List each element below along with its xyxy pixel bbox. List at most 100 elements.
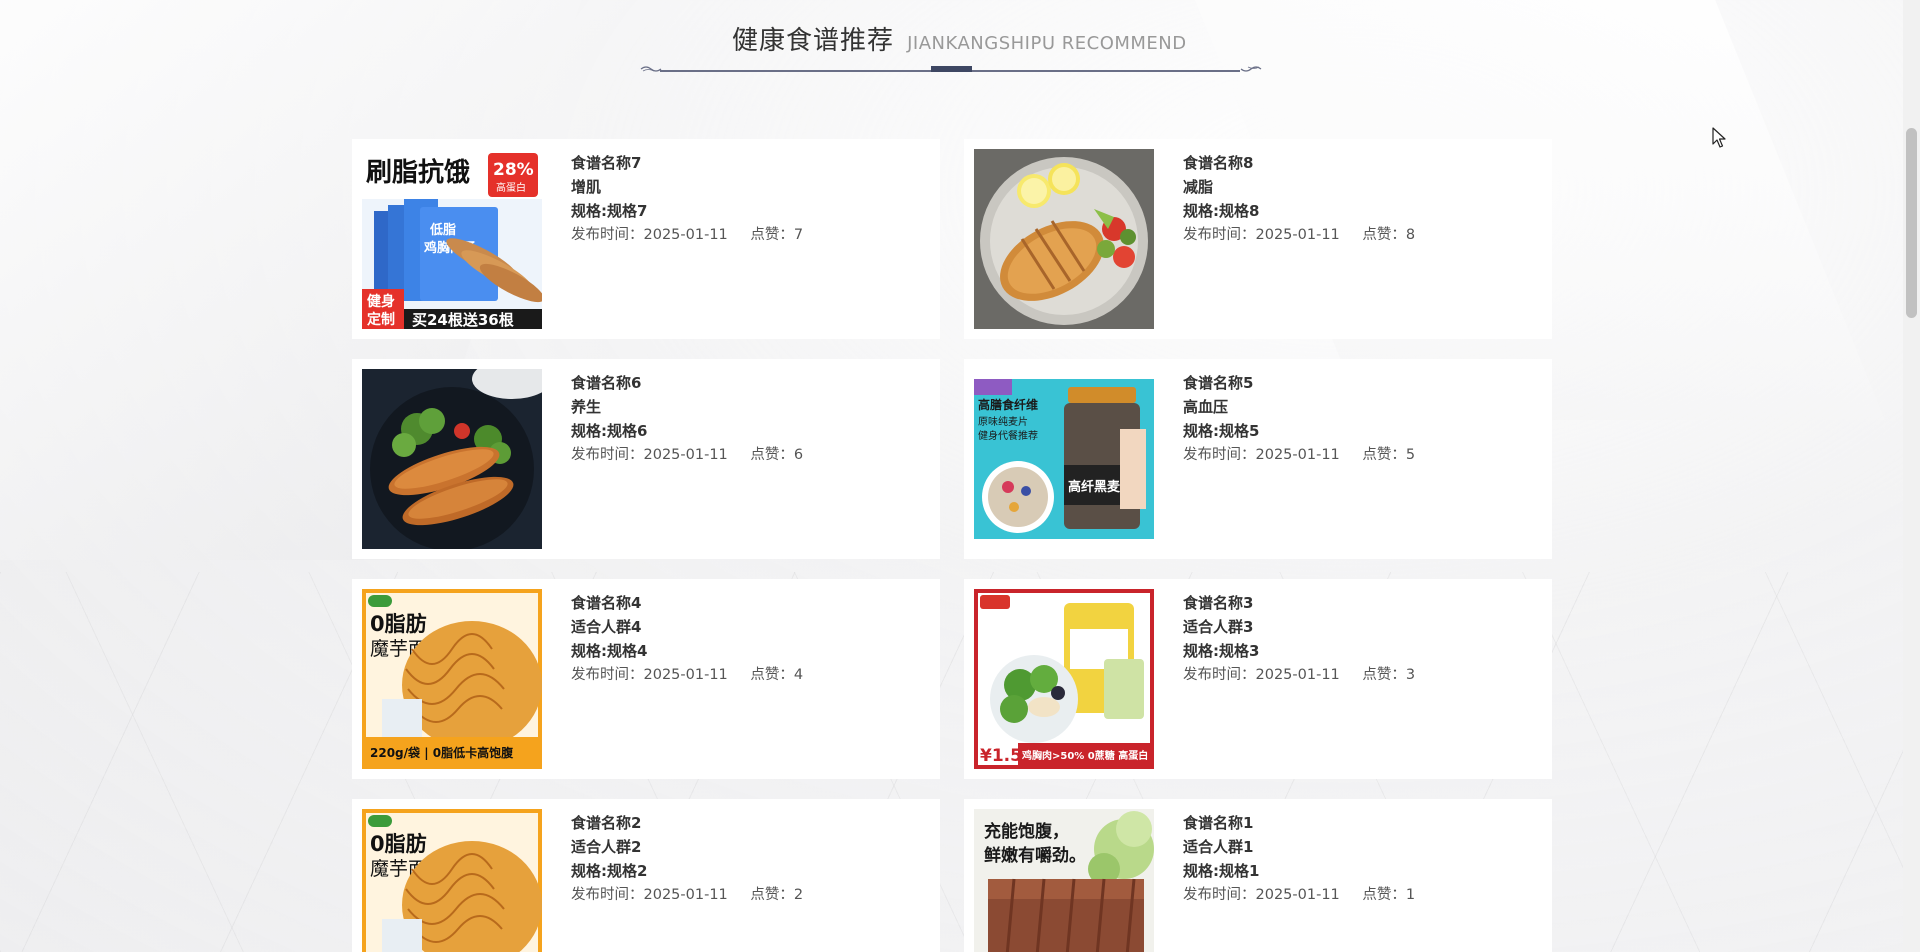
section-title: 健康食谱推荐 JIANKANGSHIPU RECOMMEND [732, 20, 1187, 57]
likes-label: 点赞： [1362, 667, 1406, 683]
svg-text:低脂: 低脂 [429, 222, 456, 238]
svg-text:鲜嫩有嚼劲。: 鲜嫩有嚼劲。 [984, 845, 1086, 866]
likes-value: 6 [793, 447, 804, 463]
likes-value: 8 [1405, 227, 1416, 243]
recipe-info: 食谱名称5 高血压 规格:规格5 发布时间：2025-01-11 点赞：5 [1183, 371, 1533, 467]
recipe-spec: 规格:规格4 [571, 642, 648, 660]
recipe-image[interactable]: 充能饱腹， 鲜嫩有嚼劲。 [974, 809, 1154, 952]
recipe-info: 食谱名称2 适合人群2 规格:规格2 发布时间：2025-01-11 点赞：2 [571, 811, 921, 907]
publish-time-value: 2025-01-11 [643, 887, 728, 903]
recipe-meta: 发布时间：2025-01-11 点赞：1 [1183, 883, 1533, 907]
recipe-name[interactable]: 食谱名称2 [571, 811, 921, 835]
recipe-name[interactable]: 食谱名称7 [571, 151, 921, 175]
publish-time-label: 发布时间： [571, 447, 644, 463]
publish-time-label: 发布时间： [1183, 227, 1256, 243]
recipe-name[interactable]: 食谱名称4 [571, 591, 921, 615]
recipe-card[interactable]: 刷脂抗饿 28% 高蛋白 低脂 鸡胸肉肠 健身 定制 买24根送36根 食谱名称… [352, 139, 940, 339]
recipe-card[interactable]: 高膳食纤维 原味纯麦片 健身代餐推荐 高纤黑麦片 食谱名称5 高血压 规格:规格… [964, 359, 1552, 559]
konjac-noodles-image: 0脂肪 魔芋面 [362, 809, 542, 952]
svg-text:定制: 定制 [367, 311, 395, 328]
publish-time-label: 发布时间： [571, 667, 644, 683]
recipe-image[interactable]: 0脂肪 魔芋面 [362, 809, 542, 952]
recipe-info: 食谱名称8 减脂 规格:规格8 发布时间：2025-01-11 点赞：8 [1183, 151, 1533, 247]
publish-time-label: 发布时间： [1183, 447, 1256, 463]
scrollbar-thumb[interactable] [1906, 128, 1917, 318]
recipe-tag: 适合人群1 [1183, 838, 1254, 856]
recipe-tag: 养生 [571, 398, 602, 416]
recipe-info: 食谱名称1 适合人群1 规格:规格1 发布时间：2025-01-11 点赞：1 [1183, 811, 1533, 907]
svg-text:充能饱腹，: 充能饱腹， [984, 821, 1069, 842]
sausages-broccoli-image [362, 369, 542, 549]
recipe-meta: 发布时间：2025-01-11 点赞：7 [571, 223, 921, 247]
recipe-card[interactable]: ¥1.59 鸡胸肉>50% 0蔗糖 高蛋白 食谱名称3 适合人群3 规格:规格3… [964, 579, 1552, 779]
recipe-name[interactable]: 食谱名称5 [1183, 371, 1533, 395]
publish-time-label: 发布时间： [571, 887, 644, 903]
likes-label: 点赞： [750, 227, 794, 243]
likes-value: 4 [793, 667, 804, 683]
svg-text:28%: 28% [493, 160, 534, 180]
svg-text:高膳食纤维: 高膳食纤维 [978, 397, 1038, 412]
svg-text:高蛋白: 高蛋白 [496, 181, 526, 194]
recipe-tag: 适合人群2 [571, 838, 642, 856]
recipe-image[interactable] [974, 149, 1154, 329]
recipe-image[interactable] [362, 369, 542, 549]
sliced-steak-image: 充能饱腹， 鲜嫩有嚼劲。 [974, 809, 1154, 952]
recipe-image[interactable]: 刷脂抗饿 28% 高蛋白 低脂 鸡胸肉肠 健身 定制 买24根送36根 [362, 149, 542, 329]
publish-time-value: 2025-01-11 [1255, 887, 1340, 903]
recipe-info: 食谱名称3 适合人群3 规格:规格3 发布时间：2025-01-11 点赞：3 [1183, 591, 1533, 687]
chicken-sausage-package-image: 刷脂抗饿 28% 高蛋白 低脂 鸡胸肉肠 健身 定制 买24根送36根 [362, 149, 542, 329]
recipe-meta: 发布时间：2025-01-11 点赞：2 [571, 883, 921, 907]
recipe-spec: 规格:规格3 [1183, 642, 1260, 660]
recipe-image[interactable]: 高膳食纤维 原味纯麦片 健身代餐推荐 高纤黑麦片 [974, 369, 1154, 549]
recipe-image[interactable]: ¥1.59 鸡胸肉>50% 0蔗糖 高蛋白 [974, 589, 1154, 769]
konjac-noodles-image: 0脂肪 魔芋面 220g/袋 | 0脂低卡高饱腹 [362, 589, 542, 769]
flourish-right-icon [1240, 66, 1262, 72]
likes-label: 点赞： [1362, 887, 1406, 903]
likes-label: 点赞： [750, 447, 794, 463]
recipe-info: 食谱名称4 适合人群4 规格:规格4 发布时间：2025-01-11 点赞：4 [571, 591, 921, 687]
recipe-spec: 规格:规格1 [1183, 862, 1260, 880]
likes-label: 点赞： [1362, 447, 1406, 463]
publish-time-value: 2025-01-11 [1255, 667, 1340, 683]
recipe-tag: 减脂 [1183, 178, 1214, 196]
publish-time-value: 2025-01-11 [643, 447, 728, 463]
svg-text:原味纯麦片: 原味纯麦片 [978, 415, 1028, 428]
recipe-tag: 高血压 [1183, 398, 1229, 416]
recipe-name[interactable]: 食谱名称6 [571, 371, 921, 395]
recipe-card[interactable]: 0脂肪 魔芋面 220g/袋 | 0脂低卡高饱腹 食谱名称4 适合人群4 规格:… [352, 579, 940, 779]
recipe-card[interactable]: 食谱名称8 减脂 规格:规格8 发布时间：2025-01-11 点赞：8 [964, 139, 1552, 339]
recipe-spec: 规格:规格2 [571, 862, 648, 880]
recipe-name[interactable]: 食谱名称8 [1183, 151, 1533, 175]
likes-value: 3 [1405, 667, 1416, 683]
background-decoration [0, 0, 1920, 952]
page-scrollbar[interactable] [1903, 0, 1920, 952]
mouse-cursor-icon [1712, 127, 1726, 148]
publish-time-label: 发布时间： [1183, 887, 1256, 903]
svg-text:健身: 健身 [367, 293, 395, 310]
section-title-cn: 健康食谱推荐 [732, 26, 895, 56]
recipe-card[interactable]: 0脂肪 魔芋面 食谱名称2 适合人群2 规格:规格2 发布时间：2025-01-… [352, 799, 940, 952]
publish-time-value: 2025-01-11 [643, 227, 728, 243]
recipe-info: 食谱名称6 养生 规格:规格6 发布时间：2025-01-11 点赞：6 [571, 371, 921, 467]
likes-label: 点赞： [750, 887, 794, 903]
svg-text:0脂肪: 0脂肪 [370, 612, 427, 636]
likes-value: 5 [1405, 447, 1416, 463]
recipe-meta: 发布时间：2025-01-11 点赞：6 [571, 443, 921, 467]
svg-text:健身代餐推荐: 健身代餐推荐 [978, 429, 1038, 442]
publish-time-label: 发布时间： [1183, 667, 1256, 683]
recipe-spec: 规格:规格6 [571, 422, 648, 440]
likes-label: 点赞： [1362, 227, 1406, 243]
recipe-name[interactable]: 食谱名称3 [1183, 591, 1533, 615]
svg-text:刷脂抗饿: 刷脂抗饿 [366, 157, 470, 188]
recipe-card[interactable]: 食谱名称6 养生 规格:规格6 发布时间：2025-01-11 点赞：6 [352, 359, 940, 559]
section-header: 健康食谱推荐 JIANKANGSHIPU RECOMMEND [0, 0, 1900, 80]
recipe-name[interactable]: 食谱名称1 [1183, 811, 1533, 835]
recipe-spec: 规格:规格8 [1183, 202, 1260, 220]
recipe-card[interactable]: 充能饱腹， 鲜嫩有嚼劲。 食谱名称1 适合人群1 规格:规格1 发布时间：202… [964, 799, 1552, 952]
likes-value: 7 [793, 227, 804, 243]
svg-text:0脂肪: 0脂肪 [370, 832, 427, 856]
recipe-image[interactable]: 0脂肪 魔芋面 220g/袋 | 0脂低卡高饱腹 [362, 589, 542, 769]
publish-time-value: 2025-01-11 [1255, 447, 1340, 463]
grilled-chicken-plate-image [974, 149, 1154, 329]
recipe-tag: 增肌 [571, 178, 602, 196]
